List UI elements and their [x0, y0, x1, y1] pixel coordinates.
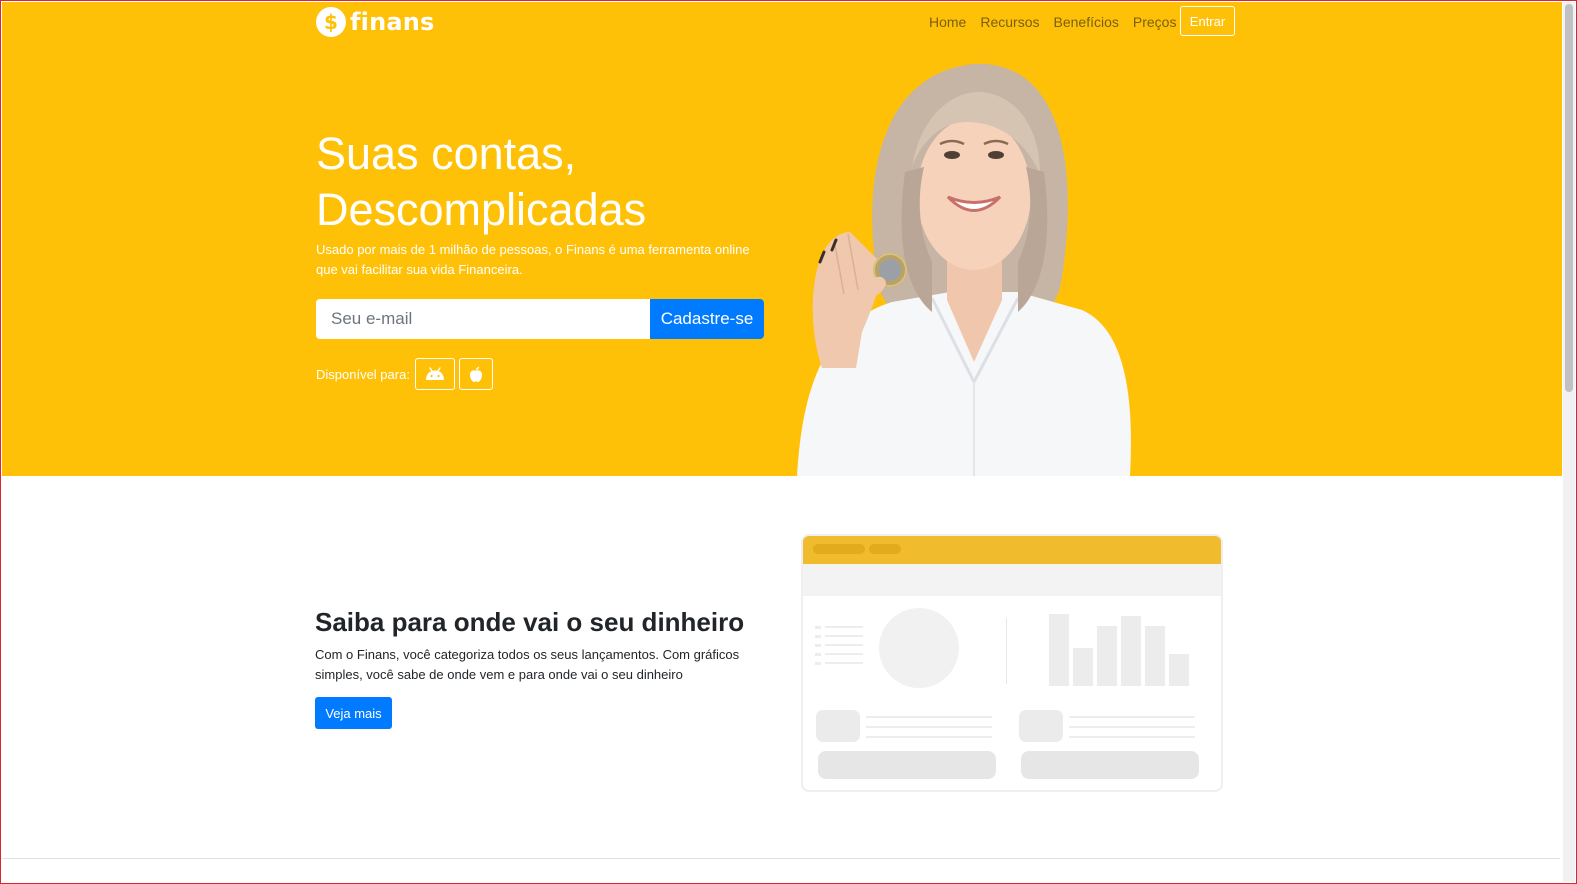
hero-section: $ finans Home Recursos Benefícios Preços… [2, 2, 1562, 476]
nav-beneficios-link[interactable]: Benefícios [1054, 14, 1119, 30]
feature-title: Saiba para onde vai o seu dinheiro [315, 607, 745, 637]
login-button[interactable]: Entrar [1180, 6, 1235, 36]
section-divider [2, 858, 1560, 859]
hero-title-line-1: Suas contas, [316, 128, 577, 179]
woman-holding-coin-image [797, 63, 1131, 476]
apple-button[interactable] [458, 358, 493, 390]
feature-description: Com o Finans, você categoriza todos os s… [315, 647, 740, 682]
dollar-coin-icon: $ [316, 7, 346, 37]
apple-icon [469, 366, 482, 382]
android-icon [425, 367, 444, 380]
scrollbar-thumb[interactable] [1565, 4, 1573, 392]
signup-form: Cadastre-se [316, 299, 764, 339]
nav-home-link[interactable]: Home [929, 14, 966, 30]
dashboard-wireframe-graphic [803, 536, 1221, 779]
brand-name: finans [350, 8, 435, 36]
hero-description: Usado por mais de 1 milhão de pessoas, o… [316, 242, 750, 277]
available-label: Disponível para: [316, 366, 410, 382]
nav-recursos-link[interactable]: Recursos [980, 14, 1039, 30]
hero-title-line-2: Descomplicadas [316, 184, 647, 235]
email-input[interactable] [316, 299, 650, 339]
finans-logo[interactable]: $ finans [316, 6, 435, 38]
signup-button[interactable]: Cadastre-se [650, 299, 764, 339]
hero-title: Suas contas, Descomplicadas [316, 126, 776, 238]
android-button[interactable] [414, 358, 455, 390]
see-more-button[interactable]: Veja mais [315, 697, 392, 729]
nav-precos-link[interactable]: Preços [1133, 14, 1177, 30]
page-scrollbar[interactable] [1563, 2, 1575, 882]
main-nav: Home Recursos Benefícios Preços [929, 14, 1176, 30]
available-platforms: Disponível para: [316, 358, 493, 390]
dashboard-illustration [801, 534, 1223, 792]
